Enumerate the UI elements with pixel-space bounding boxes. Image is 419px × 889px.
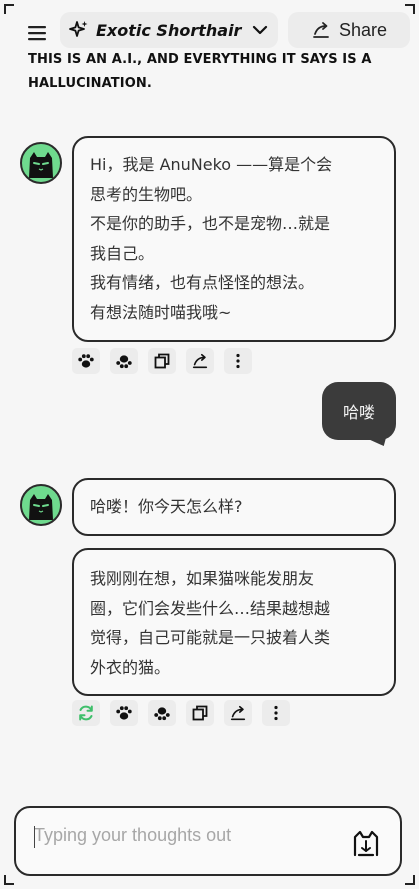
more-icon: [274, 705, 278, 721]
paw-dislike-icon: [116, 355, 132, 369]
assistant-message: Hi，我是 AnuNeko ——算是个会 思考的生物吧。 不是你的助手，也不是宠…: [72, 136, 396, 342]
more-icon: [236, 353, 240, 369]
message-line: 圈，它们会发些什么…结果越想越: [90, 598, 331, 618]
message-actions: [72, 348, 252, 374]
user-message-text: 哈喽: [342, 403, 375, 422]
corner-mark-bottom-right: [405, 875, 415, 885]
black-cat-avatar-icon: [29, 494, 53, 520]
ai-disclaimer: THIS IS AN A.I., AND EVERYTHING IT SAYS …: [28, 52, 372, 91]
message-line: 外衣的猫。: [90, 657, 171, 677]
assistant-message: 我刚刚在想，如果猫咪能发朋友 圈，它们会发些什么…结果越想越 觉得，自己可能就是…: [72, 548, 396, 696]
black-cat-avatar-icon: [29, 152, 53, 178]
paw-like-icon: [78, 354, 94, 368]
share-icon: [192, 353, 208, 369]
copy-button[interactable]: [148, 348, 176, 374]
menu-button[interactable]: [20, 18, 54, 48]
message-line: 我刚刚在想，如果猫咪能发朋友: [90, 569, 315, 588]
share-message-button[interactable]: [186, 348, 214, 374]
copy-button[interactable]: [186, 700, 214, 726]
message-line: 有想法随时喵我哦~: [90, 302, 232, 322]
send-button[interactable]: [348, 826, 384, 862]
assistant-avatar: [20, 142, 62, 184]
chevron-down-icon: [253, 25, 268, 35]
model-name: Exotic Shorthair: [96, 20, 242, 40]
like-button[interactable]: [110, 700, 138, 726]
model-selector-button[interactable]: Exotic Shorthair: [60, 12, 278, 48]
more-button[interactable]: [262, 700, 290, 726]
message-input[interactable]: [34, 822, 334, 848]
message-composer: [14, 806, 402, 876]
like-button[interactable]: [72, 348, 100, 374]
sparkle-icon: [69, 21, 88, 37]
copy-icon: [154, 353, 170, 369]
latest-message-actions: [72, 700, 290, 726]
message-line: 哈喽！你今天怎么样?: [90, 497, 243, 516]
user-message: 哈喽: [322, 382, 396, 440]
paw-like-icon: [116, 706, 132, 720]
share-message-button[interactable]: [224, 700, 252, 726]
share-arrow-icon: [313, 22, 329, 38]
assistant-avatar: [20, 484, 62, 526]
message-line: 不是你的助手，也不是宠物…就是: [90, 214, 331, 233]
text-caret: [34, 826, 35, 848]
share-icon: [230, 705, 246, 721]
share-button[interactable]: Share: [288, 12, 410, 48]
dislike-button[interactable]: [110, 348, 138, 374]
paw-dislike-icon: [154, 707, 170, 721]
message-line: 我有情绪，也有点怪怪的想法。: [90, 273, 315, 292]
regenerate-button[interactable]: [72, 700, 100, 726]
copy-icon: [192, 705, 208, 721]
assistant-message: 哈喽！你今天怎么样?: [72, 478, 396, 536]
message-line: Hi，我是 AnuNeko ——算是个会: [90, 155, 333, 174]
hamburger-menu-icon: [28, 26, 46, 41]
dislike-button[interactable]: [148, 700, 176, 726]
message-line: 我自己。: [90, 243, 155, 263]
top-bar: Exotic Shorthair Share: [0, 10, 419, 48]
corner-mark-bottom-left: [4, 875, 14, 885]
cat-head-send-icon: [353, 830, 379, 857]
share-label: Share: [338, 19, 388, 40]
message-line: 觉得，自己可能就是一只披着人类: [90, 628, 331, 647]
more-button[interactable]: [224, 348, 252, 374]
message-line: 思考的生物吧。: [90, 184, 203, 204]
regenerate-icon: [79, 705, 93, 721]
